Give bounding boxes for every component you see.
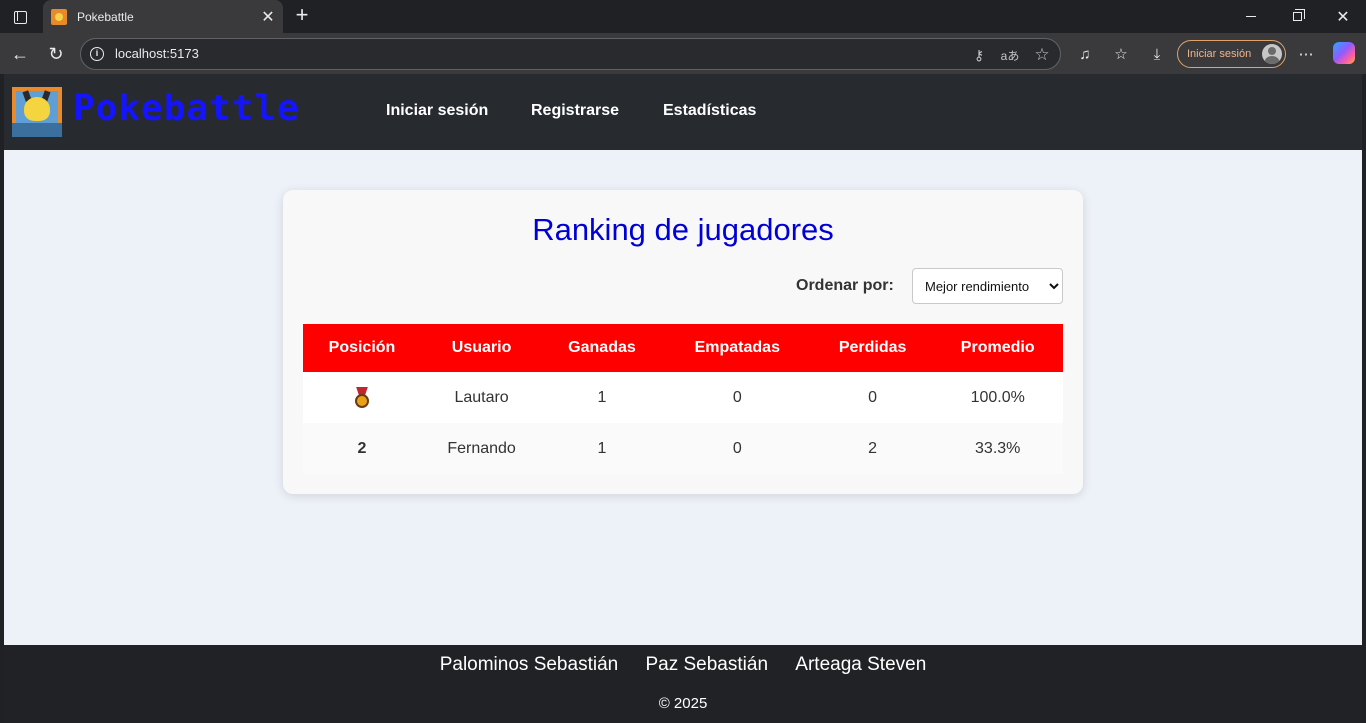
tab-title: Pokebattle	[77, 9, 134, 24]
nav-stats-link[interactable]: Estadísticas	[663, 102, 756, 120]
average-cell: 100.0%	[932, 372, 1063, 423]
col-tied: Empatadas	[661, 324, 813, 372]
tied-cell: 0	[661, 423, 813, 474]
browser-signin-label: Iniciar sesión	[1187, 48, 1252, 60]
browser-tab[interactable]: Pokebattle ✕	[43, 0, 283, 33]
restore-icon[interactable]	[1274, 0, 1320, 33]
nav-register-link[interactable]: Registrarse	[531, 102, 619, 120]
col-won: Ganadas	[542, 324, 662, 372]
user-cell: Fernando	[420, 423, 543, 474]
author-name: Palominos Sebastián	[439, 654, 619, 675]
brand-title[interactable]: Pokebattle	[73, 88, 300, 129]
media-icon[interactable]: ♫	[1073, 42, 1097, 66]
url-text: localhost:5173	[115, 46, 199, 61]
won-cell: 1	[542, 423, 662, 474]
tied-cell: 0	[661, 372, 813, 423]
browser-toolbar: ← ↻ i localhost:5173 ⚷ aあ ☆ ♫ ☆ ⤓ Inicia…	[0, 33, 1366, 74]
table-header-row: Posición Usuario Ganadas Empatadas Perdi…	[303, 324, 1063, 372]
col-lost: Perdidas	[812, 324, 933, 372]
site-header: Pokebattle Iniciar sesión Registrarse Es…	[4, 74, 1362, 150]
col-position: Posición	[303, 324, 421, 372]
reload-icon[interactable]: ↻	[43, 41, 69, 67]
back-icon[interactable]: ←	[7, 41, 33, 67]
sort-label: Ordenar por:	[796, 277, 894, 294]
author-name: Paz Sebastián	[645, 654, 769, 675]
user-cell: Lautaro	[420, 372, 543, 423]
copilot-icon[interactable]	[1333, 42, 1355, 64]
average-cell: 33.3%	[932, 423, 1063, 474]
copyright: © 2025	[658, 695, 708, 712]
close-tab-icon[interactable]: ✕	[257, 6, 279, 28]
authors-list: Palominos Sebastián Paz Sebastián Arteag…	[4, 654, 1362, 676]
favicon-icon	[51, 8, 67, 25]
favorites-icon[interactable]: ☆	[1109, 42, 1133, 66]
gold-medal-icon	[354, 386, 370, 409]
col-user: Usuario	[420, 324, 543, 372]
page-viewport: Pokebattle Iniciar sesión Registrarse Es…	[4, 74, 1362, 723]
col-average: Promedio	[932, 324, 1063, 372]
logo-icon[interactable]	[12, 87, 62, 137]
new-tab-icon[interactable]: +	[290, 4, 314, 28]
ranking-table: Posición Usuario Ganadas Empatadas Perdi…	[303, 324, 1063, 474]
nav-login-link[interactable]: Iniciar sesión	[386, 102, 488, 120]
favorite-star-icon[interactable]: ☆	[1032, 45, 1052, 65]
position-cell	[303, 372, 421, 423]
tab-actions-icon[interactable]	[8, 6, 32, 28]
won-cell: 1	[542, 372, 662, 423]
sort-select[interactable]: Mejor rendimiento	[912, 268, 1063, 304]
ranking-card: Ranking de jugadores Ordenar por: Mejor …	[283, 190, 1083, 494]
minimize-icon[interactable]	[1228, 0, 1274, 33]
browser-signin-button[interactable]: Iniciar sesión	[1177, 40, 1286, 68]
browser-tab-strip: Pokebattle ✕ + ✕	[0, 0, 1366, 33]
lost-cell: 2	[812, 423, 933, 474]
site-footer: Palominos Sebastián Paz Sebastián Arteag…	[4, 645, 1362, 723]
address-bar[interactable]: i localhost:5173 ⚷ aあ ☆	[80, 38, 1061, 70]
author-name: Arteaga Steven	[795, 654, 927, 675]
table-row: 2 Fernando 1 0 2 33.3%	[303, 423, 1063, 474]
key-icon[interactable]: ⚷	[969, 45, 989, 65]
table-row: Lautaro 1 0 0 100.0%	[303, 372, 1063, 423]
position-cell: 2	[303, 423, 421, 474]
page-title: Ranking de jugadores	[532, 212, 834, 247]
more-icon[interactable]: ⋯	[1294, 42, 1318, 66]
site-info-icon[interactable]: i	[90, 47, 104, 61]
close-window-icon[interactable]: ✕	[1320, 0, 1366, 33]
translate-icon[interactable]: aあ	[1000, 45, 1020, 65]
downloads-icon[interactable]: ⤓	[1145, 42, 1169, 66]
avatar	[1262, 44, 1282, 64]
lost-cell: 0	[812, 372, 933, 423]
